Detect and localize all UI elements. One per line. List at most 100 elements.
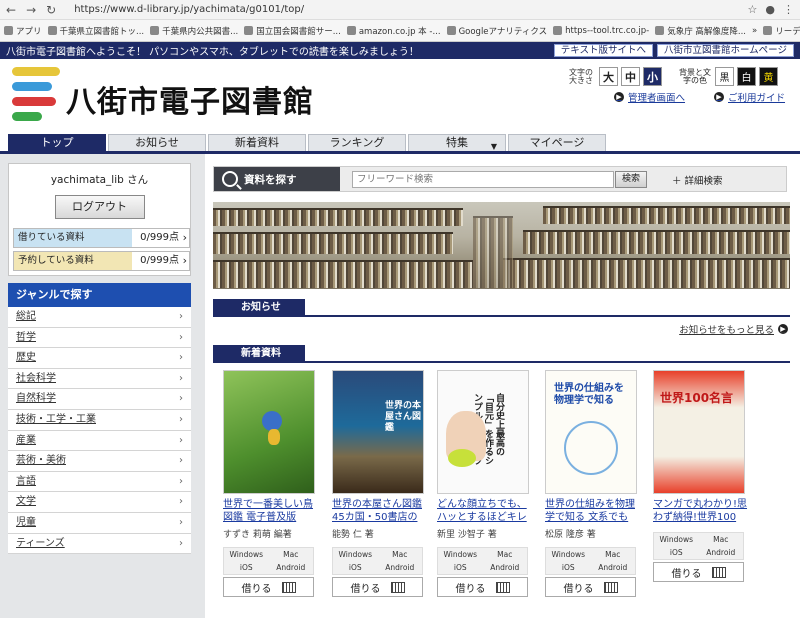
site-logo[interactable]: [12, 65, 60, 125]
genre-item[interactable]: ティーンズ: [8, 534, 191, 555]
tab-mypage[interactable]: マイページ: [508, 134, 606, 151]
main-tabs: トップ お知らせ 新着資料 ランキング 特集 ▼ マイページ: [0, 134, 800, 154]
book-cover[interactable]: 自分史上最高の「目元」を作るシンプルテクニック: [437, 370, 529, 494]
genre-item[interactable]: 技術・工学・工業: [8, 410, 191, 431]
reserved-row[interactable]: 予約している資料 0/999点: [13, 251, 190, 271]
book-cover[interactable]: [223, 370, 315, 494]
library-home-button[interactable]: 八街市立図書館ホームページ: [656, 44, 794, 57]
book-title[interactable]: 世界の本屋さん図鑑 45カ国・50書店の: [332, 498, 427, 525]
bookmark-icon: [150, 26, 160, 35]
bookmark-icon: [553, 26, 563, 35]
forward-icon[interactable]: →: [26, 3, 36, 17]
news-heading: お知らせ: [213, 299, 790, 317]
reading-list[interactable]: リーディング リスト: [763, 25, 800, 37]
star-icon[interactable]: ☆: [748, 3, 758, 16]
site-title: 八街市電子図書館: [66, 85, 314, 120]
genre-item[interactable]: 産業: [8, 431, 191, 452]
advanced-search-link[interactable]: ＋ 詳細検索: [672, 173, 723, 187]
font-size-control: 文字の大きさ 大 中 小: [566, 67, 662, 86]
guide-link[interactable]: ▶ ご利用ガイド: [714, 90, 785, 104]
profile-icon[interactable]: ●: [765, 3, 775, 16]
weather-icon: [655, 26, 665, 35]
color-white[interactable]: 白: [737, 67, 756, 86]
genre-item[interactable]: 自然科学: [8, 389, 191, 410]
bookmark[interactable]: 千葉県立図書館トッ...: [47, 25, 144, 37]
book-cover[interactable]: 世界100名言: [653, 370, 745, 494]
genre-item[interactable]: 哲学: [8, 328, 191, 349]
analytics-icon: [446, 26, 456, 35]
search-button[interactable]: 検索: [615, 171, 647, 188]
book-cover[interactable]: 世界の仕組みを物理学で知る: [545, 370, 637, 494]
platform-list: Windows Mac iOS Android: [653, 532, 744, 560]
platform-list: Windows Mac iOS Android: [545, 547, 636, 575]
tab-news[interactable]: お知らせ: [108, 134, 206, 151]
bookmark[interactable]: 国立国会図書館サー...: [244, 25, 341, 37]
search-label: 資料を探す: [214, 167, 340, 191]
book-author: すずき 莉萌 編著: [223, 530, 292, 540]
genre-item[interactable]: 文学: [8, 492, 191, 513]
bookmark-apps[interactable]: アプリ: [4, 25, 42, 37]
borrowed-row[interactable]: 借りている資料 0/999点: [13, 228, 190, 248]
bookmark[interactable]: 千葉県内公共図書...: [150, 25, 238, 37]
borrow-button[interactable]: 借りる: [223, 577, 314, 597]
back-icon[interactable]: ←: [6, 3, 16, 17]
book-card: 世界で一番美しい鳥図鑑 電子普及版 すずき 莉萌 編著 Windows Mac i…: [223, 370, 318, 597]
reload-icon[interactable]: ↻: [46, 3, 56, 17]
borrow-button[interactable]: 借りる: [653, 562, 744, 582]
color-yellow[interactable]: 黄: [759, 67, 778, 86]
font-size-large[interactable]: 大: [599, 67, 618, 86]
search-input[interactable]: [352, 171, 614, 188]
book-title[interactable]: どんな顔立ちでも、ハッとするほどキレ: [437, 498, 532, 525]
bookmark[interactable]: https--tool.trc.co.jp-: [553, 26, 649, 36]
reserved-label: 予約している資料: [14, 252, 132, 270]
arrow-right-icon: ▶: [714, 92, 724, 102]
logout-button[interactable]: ログアウト: [54, 195, 145, 219]
url-field[interactable]: https://www.d-library.jp/yachimata/g0101…: [74, 4, 737, 15]
font-size-medium[interactable]: 中: [621, 67, 640, 86]
reserved-count: 0/999点: [132, 252, 189, 270]
text-site-button[interactable]: テキスト版サイトへ: [553, 44, 653, 57]
browser-address-bar: ← → ↻ https://www.d-library.jp/yachimata…: [0, 0, 800, 20]
more-bookmarks[interactable]: »: [752, 26, 757, 36]
book-title[interactable]: マンガで丸わかり!思わず納得!世界100: [653, 498, 748, 525]
platform-list: Windows Mac iOS Android: [223, 547, 314, 575]
borrowed-label: 借りている資料: [14, 229, 132, 247]
bookmark-icon: [244, 26, 254, 35]
bookmark[interactable]: amazon.co.jp 本 -...: [346, 25, 441, 37]
genre-item[interactable]: 総記: [8, 307, 191, 328]
tab-top[interactable]: トップ: [8, 134, 106, 151]
tab-ranking[interactable]: ランキング: [308, 134, 406, 151]
font-size-small[interactable]: 小: [643, 67, 662, 86]
color-black[interactable]: 黒: [715, 67, 734, 86]
genre-item[interactable]: 芸術・美術: [8, 451, 191, 472]
book-cover[interactable]: 世界の本屋さん図鑑: [332, 370, 424, 494]
bookshelf-icon: [390, 581, 405, 593]
bookmark[interactable]: Googleアナリティクス: [446, 25, 547, 37]
book-title[interactable]: 世界で一番美しい鳥図鑑 電子普及版: [223, 498, 318, 525]
book-author: 松原 隆彦 著: [545, 530, 596, 540]
caret-down-icon: ▼: [490, 142, 497, 151]
admin-link[interactable]: ▶ 管理者画面へ: [614, 90, 685, 104]
genre-item[interactable]: 歴史: [8, 348, 191, 369]
book-card: 自分史上最高の「目元」を作るシンプルテクニック どんな顔立ちでも、ハッとするほど…: [437, 370, 532, 597]
menu-icon[interactable]: ⋮: [783, 3, 794, 16]
tab-features[interactable]: 特集 ▼: [408, 134, 506, 151]
book-title[interactable]: 世界の仕組みを物理学で知る 文系でも: [545, 498, 640, 525]
genre-item[interactable]: 児童: [8, 513, 191, 534]
bookmark[interactable]: 気象庁 高解像度降...: [655, 25, 746, 37]
borrow-button[interactable]: 借りる: [437, 577, 528, 597]
genre-item[interactable]: 社会科学: [8, 369, 191, 390]
color-control: 背景と文字の色 黒 白 黄: [678, 67, 778, 86]
borrow-button[interactable]: 借りる: [545, 577, 636, 597]
more-news-link[interactable]: お知らせをもっと見る ▶: [679, 322, 788, 336]
borrow-button[interactable]: 借りる: [332, 577, 423, 597]
tab-new-arrivals[interactable]: 新着資料: [208, 134, 306, 151]
genre-item[interactable]: 言語: [8, 472, 191, 493]
reading-list-icon: [763, 26, 773, 35]
bookmark-icon: [47, 26, 57, 35]
user-name: yachimata_lib さん: [50, 174, 149, 186]
bookmarks-bar: アプリ 千葉県立図書館トッ... 千葉県内公共図書... 国立国会図書館サー..…: [0, 20, 800, 42]
font-size-label: 文字の大きさ: [569, 67, 593, 85]
search-bar: 資料を探す 検索 ＋ 詳細検索: [213, 166, 787, 192]
genre-list: 総記 哲学 歴史 社会科学 自然科学 技術・工学・工業 産業 芸術・美術 言語 …: [8, 307, 191, 555]
